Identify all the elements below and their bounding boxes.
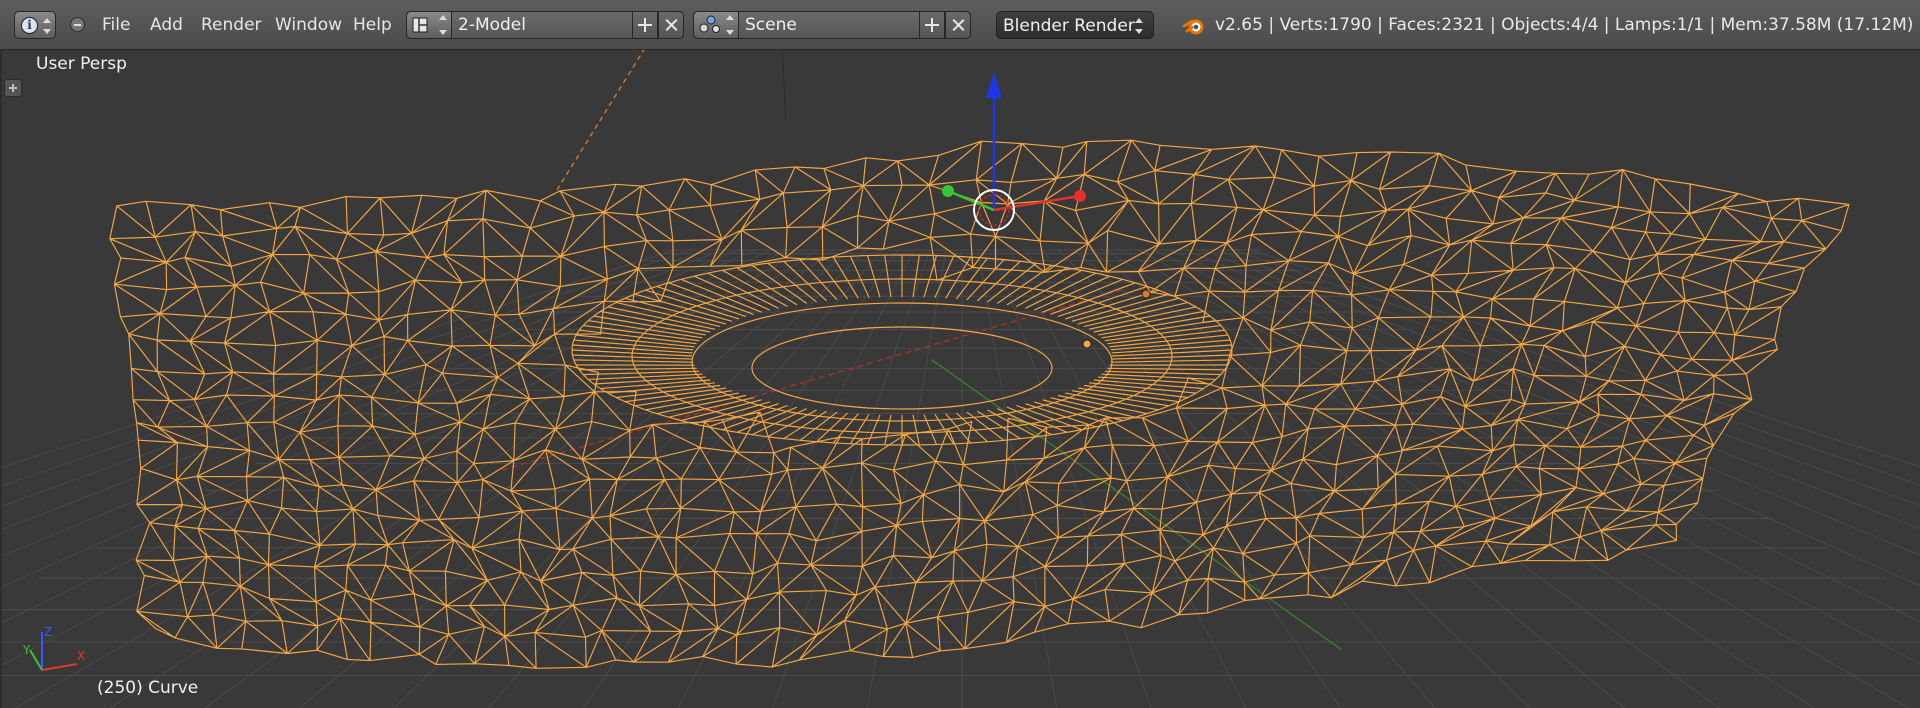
terrain-wire-edges <box>109 139 1850 669</box>
active-object-info: (250) Curve <box>97 678 199 698</box>
terrain-wireframe-mesh <box>109 139 1850 669</box>
scene-statistics: v2.65 | Verts:1790 | Faces:2321 | Object… <box>1215 15 1920 35</box>
menu-help[interactable]: Help <box>349 11 396 39</box>
scene-render: Z X Y <box>2 50 1920 708</box>
view-axis-widget: Z X Y <box>22 625 85 671</box>
camera-line <box>781 50 787 121</box>
track-spokes <box>571 255 1233 446</box>
collapse-menus-button[interactable] <box>70 17 85 32</box>
up-down-arrows-icon <box>1135 18 1143 34</box>
screen-layout-icon <box>412 15 447 35</box>
view-name-label: User Persp <box>36 54 127 74</box>
menu-file[interactable]: File <box>98 11 134 39</box>
delete-scene-button[interactable] <box>945 11 971 39</box>
scene-combo: Scene <box>693 11 971 39</box>
blender-window: i File Add Render Window Help 2-Model Sc… <box>0 0 1920 708</box>
add-scene-button[interactable] <box>919 11 945 39</box>
object-origin[interactable] <box>1082 339 1092 349</box>
editor-type-selector[interactable]: i <box>14 11 56 39</box>
axis-label-y: Y <box>22 643 31 657</box>
delete-screen-button[interactable] <box>658 11 684 39</box>
scene-selector[interactable] <box>693 11 739 39</box>
screen-layout-selector[interactable] <box>406 11 452 39</box>
menu-add[interactable]: Add <box>146 11 187 39</box>
add-screen-button[interactable] <box>632 11 658 39</box>
lamp-direction-line <box>556 50 645 191</box>
render-engine-select[interactable]: Blender Render <box>996 11 1154 39</box>
info-header: i File Add Render Window Help 2-Model Sc… <box>0 0 1920 50</box>
blender-logo-icon <box>1182 14 1206 38</box>
scene-name-field[interactable]: Scene <box>738 11 920 39</box>
scene-icon <box>699 15 734 35</box>
track-ring <box>691 302 1113 422</box>
axis-label-x: X <box>77 649 85 663</box>
info-icon: i <box>21 17 38 34</box>
track-ring <box>751 326 1053 410</box>
axis-label-z: Z <box>44 625 52 639</box>
render-engine-label: Blender Render <box>1003 16 1135 36</box>
screen-layout-name-field[interactable]: 2-Model <box>451 11 633 39</box>
menu-window[interactable]: Window <box>271 11 346 39</box>
screen-layout-combo: 2-Model <box>406 11 684 39</box>
lamp-origin[interactable] <box>1141 289 1151 299</box>
tool-shelf-toggle-icon[interactable] <box>4 79 22 97</box>
menu-render[interactable]: Render <box>197 11 266 39</box>
3d-viewport[interactable]: Z X Y User Persp (250) Curve <box>0 50 1920 708</box>
up-down-arrows-icon <box>43 18 51 34</box>
